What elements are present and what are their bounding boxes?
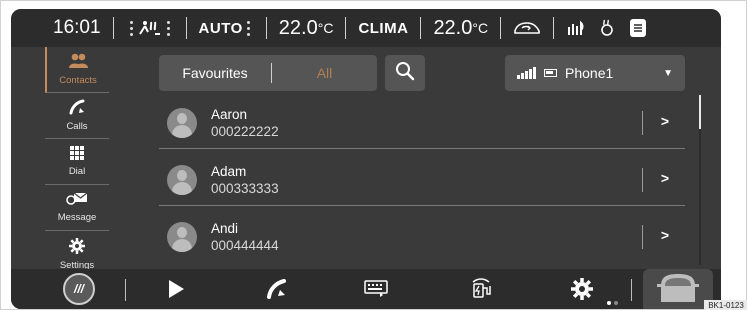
contact-number: 000222222 [211, 123, 279, 139]
contacts-icon [68, 53, 88, 73]
divider [185, 17, 187, 39]
tab-favourites[interactable]: Favourites [159, 65, 271, 81]
chevron-right-icon[interactable]: > [661, 227, 669, 243]
bottom-bar: /// [11, 269, 721, 309]
sidebar-item-dial[interactable]: Dial [45, 139, 109, 185]
temp-right-value: 22.0 [433, 16, 473, 39]
temperature-left[interactable]: 22.0 °C [279, 17, 334, 40]
divider [642, 225, 643, 249]
sidebar-item-label: Contacts [59, 75, 97, 86]
phone-name: Phone1 [565, 65, 614, 81]
avatar [167, 164, 197, 195]
scrollbar-thumb[interactable] [699, 95, 701, 129]
car-icon [655, 270, 701, 309]
avatar [167, 107, 197, 138]
status-bar: 16:01 AUTO 22.0 °C CLIMA 22.0 °C [11, 9, 721, 47]
phone-icon[interactable] [261, 269, 291, 309]
contact-name: Andi [211, 221, 239, 236]
contact-number: 000333333 [211, 180, 279, 196]
more-dots-icon [246, 20, 250, 36]
rear-defrost-icon[interactable] [566, 19, 586, 37]
list-item[interactable]: Andi 000444444 > [159, 211, 685, 263]
sidebar: Contacts Calls Dial Message Settings [45, 47, 109, 271]
list-item[interactable]: Adam 000333333 > [159, 154, 685, 206]
more-dots-icon [129, 20, 133, 36]
figure-frame: 16:01 AUTO 22.0 °C CLIMA 22.0 °C Contact… [0, 0, 747, 310]
avatar [167, 222, 197, 252]
contact-number: 000444444 [211, 238, 279, 253]
more-dots-icon [166, 20, 170, 36]
seat-heat-icon[interactable] [137, 18, 163, 38]
play-icon[interactable] [161, 269, 191, 309]
divider [500, 17, 502, 39]
divider [642, 111, 643, 135]
divider [420, 17, 422, 39]
auto-button[interactable]: AUTO [199, 20, 243, 37]
phone-selector[interactable]: Phone1 ▼ [505, 55, 685, 91]
temp-left-unit: °C [317, 20, 334, 36]
figure-code: BK1-0123 [704, 300, 747, 310]
gear-icon [69, 237, 85, 258]
sidebar-item-message[interactable]: Message [45, 185, 109, 231]
divider [112, 17, 114, 39]
chevron-right-icon[interactable]: > [661, 113, 669, 129]
divider [125, 279, 126, 301]
page-indicator [607, 301, 618, 305]
sidebar-item-contacts[interactable]: Contacts [45, 47, 109, 93]
divider [345, 17, 347, 39]
tab-all[interactable]: All [272, 65, 377, 81]
contact-name: Aaron [211, 106, 248, 122]
battery-icon [544, 69, 557, 77]
steering-heat-icon[interactable] [598, 19, 616, 37]
scrollbar[interactable] [699, 95, 701, 265]
menu-card-icon[interactable] [630, 19, 647, 37]
sidebar-item-label: Message [57, 212, 97, 223]
list-item[interactable]: Aaron 000222222 > [159, 97, 685, 149]
sidebar-item-calls[interactable]: Calls [45, 93, 109, 139]
chevron-right-icon[interactable]: > [661, 170, 669, 186]
divider [631, 279, 632, 301]
search-icon [395, 61, 415, 86]
gear-icon[interactable] [567, 269, 597, 309]
temp-left-value: 22.0 [278, 16, 318, 39]
sidebar-item-label: Calls [66, 121, 88, 132]
infotainment-screen: 16:01 AUTO 22.0 °C CLIMA 22.0 °C Contact… [11, 9, 721, 309]
divider [265, 17, 267, 39]
car-button[interactable] [643, 269, 713, 309]
recirculation-car-icon[interactable] [513, 20, 541, 36]
message-icon [66, 192, 88, 210]
chevron-down-icon: ▼ [663, 67, 673, 79]
temp-right-unit: °C [472, 20, 489, 36]
contact-filter: Favourites All [159, 55, 377, 91]
clima-button[interactable]: CLIMA [358, 20, 408, 37]
menu-button[interactable]: /// [63, 273, 95, 305]
clock: 16:01 [53, 17, 101, 38]
contact-name: Adam [211, 163, 247, 179]
signal-icon [517, 67, 536, 79]
temperature-right[interactable]: 22.0 °C [433, 17, 488, 40]
divider [642, 168, 643, 192]
divider [553, 17, 555, 39]
keyboard-icon[interactable] [361, 269, 391, 309]
ev-charge-icon[interactable] [467, 269, 497, 309]
keypad-icon [70, 146, 84, 164]
sidebar-item-label: Dial [68, 166, 86, 177]
phone-icon [68, 99, 86, 119]
search-button[interactable] [385, 55, 425, 91]
